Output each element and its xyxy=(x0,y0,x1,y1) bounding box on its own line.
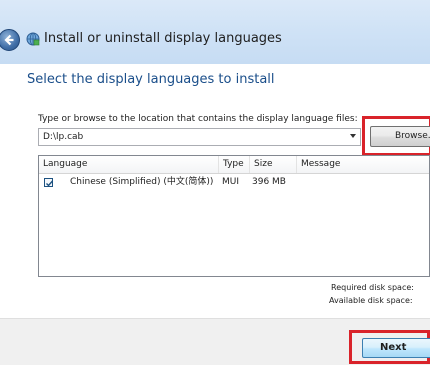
language-list[interactable]: Language Type Size Message Chinese (Simp… xyxy=(38,155,430,277)
path-field-label: Type or browse to the location that cont… xyxy=(38,114,358,124)
column-header-message[interactable]: Message xyxy=(297,156,430,173)
table-header: Language Type Size Message xyxy=(39,156,429,174)
column-header-language[interactable]: Language xyxy=(39,156,219,173)
main-instruction: Select the display languages to install xyxy=(27,72,275,87)
browse-button[interactable]: Browse... xyxy=(370,126,430,147)
next-button[interactable]: Next xyxy=(362,338,430,358)
back-arrow-icon xyxy=(4,34,14,46)
language-checkbox[interactable] xyxy=(44,178,54,187)
cell-language: Chinese (Simplified) (中文(简体)) xyxy=(70,177,214,187)
window-title: Install or uninstall display languages xyxy=(44,31,282,46)
table-row[interactable]: Chinese (Simplified) (中文(简体)) MUI 396 MB xyxy=(39,174,429,191)
chevron-down-icon[interactable] xyxy=(350,134,356,138)
required-disk-space-label: Required disk space: xyxy=(331,283,414,292)
column-header-type[interactable]: Type xyxy=(219,156,250,173)
checkmark-icon xyxy=(46,180,54,187)
path-combobox[interactable]: D:\lp.cab xyxy=(38,128,361,146)
language-globe-icon xyxy=(26,31,40,46)
column-header-size[interactable]: Size xyxy=(250,156,297,173)
cell-size: 396 MB xyxy=(252,177,286,187)
available-disk-space-label: Available disk space: xyxy=(329,296,413,305)
cell-type: MUI xyxy=(222,177,240,187)
path-input-value[interactable]: D:\lp.cab xyxy=(43,132,83,142)
